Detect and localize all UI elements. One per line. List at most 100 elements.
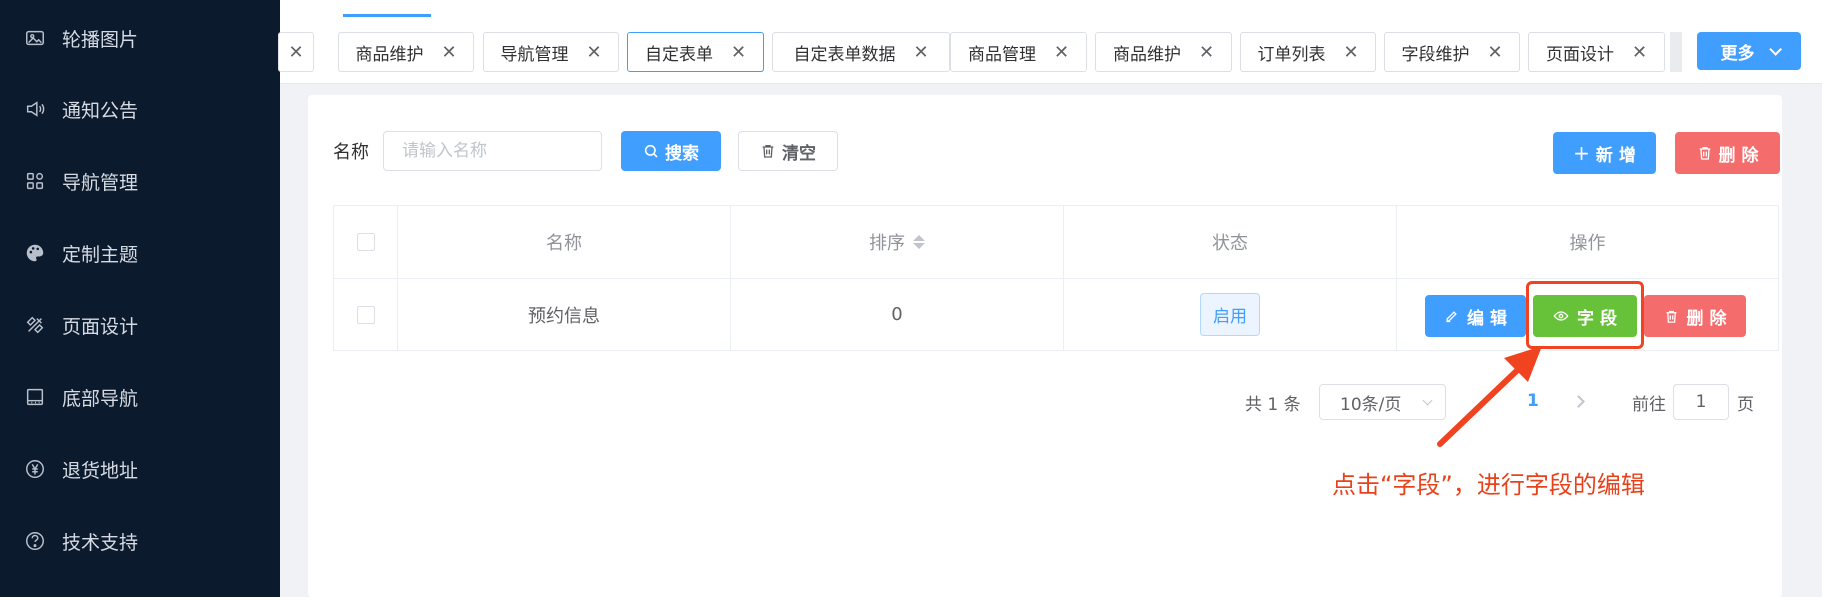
cell-text: 0	[891, 304, 903, 325]
tab-page-design[interactable]: 页面设计 ✕	[1528, 32, 1665, 72]
tab-label: 商品维护	[355, 44, 424, 65]
goto-page-input[interactable]	[1673, 384, 1729, 420]
trash-icon	[1664, 309, 1679, 324]
tab-custom-form[interactable]: 自定表单 ✕	[627, 32, 764, 72]
yen-icon	[22, 456, 48, 482]
tab-navigation[interactable]: 导航管理 ✕	[483, 32, 619, 72]
tab-product-maintenance[interactable]: 商品维护 ✕	[338, 32, 474, 72]
image-icon	[22, 25, 48, 51]
close-icon[interactable]: ✕	[1199, 42, 1214, 63]
close-icon[interactable]: ✕	[586, 42, 601, 63]
column-header-actions: 操作	[1397, 206, 1778, 279]
grid-icon	[22, 168, 48, 194]
close-icon[interactable]: ✕	[1487, 42, 1502, 63]
column-header-sort[interactable]: 排序	[731, 206, 1064, 279]
status-badge: 启用	[1200, 293, 1260, 336]
search-button-label: 搜索	[665, 143, 699, 164]
tools-icon	[22, 312, 48, 338]
sidebar-item-support[interactable]: 技术支持	[0, 511, 280, 571]
sidebar: 轮播图片 通知公告 导航管理 定制主题 页面设计 底部导航 退货地址 技术支持	[0, 0, 280, 597]
cell-sort: 0	[731, 279, 1064, 350]
tab-product-management[interactable]: 商品管理 ✕	[950, 32, 1087, 72]
trash-icon	[1697, 145, 1713, 161]
batch-delete-button[interactable]: 删 除	[1675, 132, 1780, 174]
header-label: 名称	[546, 233, 582, 254]
sidebar-item-label: 底部导航	[62, 387, 139, 410]
sidebar-item-label: 导航管理	[62, 171, 139, 194]
sidebar-item-label: 定制主题	[62, 243, 139, 266]
tab-label: 商品维护	[1112, 44, 1181, 65]
tab-custom-form-data[interactable]: 自定表单数据 ✕	[772, 32, 950, 72]
sort-caret-icon[interactable]	[913, 235, 925, 249]
sidebar-item-page-design[interactable]: 页面设计	[0, 295, 280, 355]
close-icon[interactable]: ✕	[288, 42, 303, 63]
sidebar-item-label: 轮播图片	[62, 28, 139, 51]
tab-label: 商品管理	[967, 44, 1036, 65]
annotation-arrow-icon	[1437, 346, 1542, 447]
sidebar-item-theme[interactable]: 定制主题	[0, 223, 280, 283]
edit-button-label: 编 辑	[1467, 308, 1507, 329]
header-label: 排序	[869, 233, 905, 254]
row-delete-button-label: 删 除	[1686, 308, 1727, 329]
delete-button-label: 删 除	[1718, 145, 1759, 166]
cell-status: 启用	[1064, 279, 1397, 350]
more-button-label: 更多	[1720, 43, 1755, 64]
search-button[interactable]: 搜索	[621, 131, 721, 171]
close-icon[interactable]: ✕	[1632, 42, 1647, 63]
tab-label: 自定表单数据	[793, 44, 896, 65]
trash-icon	[760, 143, 776, 159]
tab-field-maintenance[interactable]: 字段维护 ✕	[1384, 32, 1520, 72]
clear-button[interactable]: 清空	[738, 131, 838, 171]
more-tabs-button[interactable]: 更多	[1697, 32, 1801, 70]
sidebar-item-bottom-nav[interactable]: 底部导航	[0, 367, 280, 427]
column-header-status: 状态	[1064, 206, 1397, 279]
tab-product-maintenance-2[interactable]: 商品维护 ✕	[1095, 32, 1232, 72]
tab-partial[interactable]: ✕	[278, 32, 314, 72]
sidebar-item-label: 技术支持	[62, 531, 139, 554]
cell-text: 预约信息	[528, 305, 600, 327]
bottom-nav-icon	[22, 384, 48, 410]
close-icon[interactable]: ✕	[913, 42, 928, 63]
column-header-name: 名称	[398, 206, 731, 279]
row-checkbox[interactable]	[356, 305, 375, 324]
plus-icon: +	[1573, 141, 1590, 165]
sidebar-item-navigation[interactable]: 导航管理	[0, 151, 280, 211]
header-label: 操作	[1569, 233, 1606, 254]
row-delete-button[interactable]: 删 除	[1644, 295, 1746, 337]
palette-icon	[22, 240, 48, 266]
tab-label: 订单列表	[1257, 44, 1326, 65]
chevron-down-icon	[1768, 42, 1782, 56]
pencil-icon	[1444, 309, 1459, 324]
search-icon	[643, 143, 659, 159]
name-label: 名称	[333, 142, 369, 163]
sidebar-item-notice[interactable]: 通知公告	[0, 79, 280, 139]
speaker-icon	[22, 96, 48, 122]
add-button[interactable]: + 新 增	[1553, 132, 1656, 174]
tab-label: 自定表单	[644, 44, 713, 65]
page-suffix-label: 页	[1737, 395, 1754, 415]
header-select-all	[334, 206, 398, 279]
header-label: 状态	[1212, 233, 1248, 254]
select-all-checkbox[interactable]	[356, 233, 375, 251]
sidebar-item-label: 页面设计	[62, 315, 139, 338]
name-search-input[interactable]	[383, 131, 602, 171]
close-icon[interactable]: ✕	[731, 42, 746, 63]
tab-label: 导航管理	[500, 44, 569, 65]
sidebar-item-label: 通知公告	[62, 99, 139, 122]
eye-icon	[1553, 308, 1569, 324]
sidebar-item-return-address[interactable]: 退货地址	[0, 439, 280, 499]
tab-order-list[interactable]: 订单列表 ✕	[1240, 32, 1376, 72]
sidebar-item-label: 退货地址	[62, 459, 139, 482]
tab-scroll-edge	[1670, 32, 1682, 72]
top-header-strip	[280, 0, 1822, 22]
sidebar-item-carousel[interactable]: 轮播图片	[0, 8, 280, 68]
goto-label: 前往	[1632, 395, 1666, 415]
clear-button-label: 清空	[782, 143, 816, 164]
close-icon[interactable]: ✕	[1054, 42, 1069, 63]
support-icon	[22, 528, 48, 554]
close-icon[interactable]: ✕	[441, 42, 456, 63]
row-select-cell	[334, 279, 398, 350]
tab-label: 页面设计	[1545, 44, 1614, 65]
close-icon[interactable]: ✕	[1343, 42, 1358, 63]
active-menu-indicator	[343, 14, 431, 17]
